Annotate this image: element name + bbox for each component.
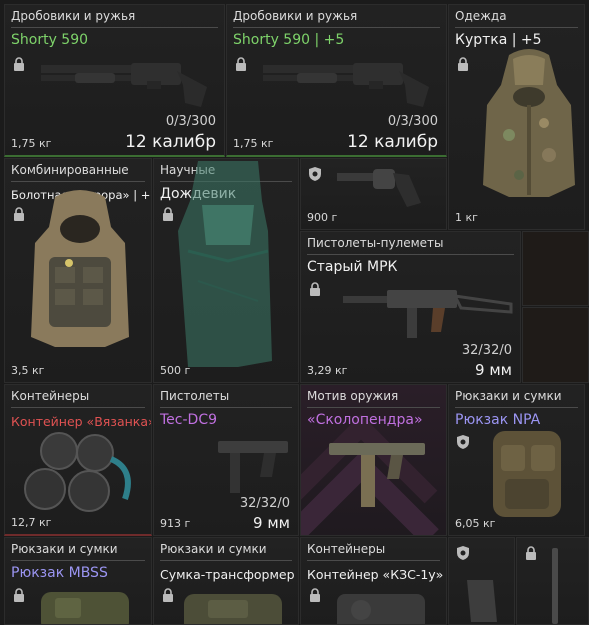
item-category: Комбинированные xyxy=(11,163,129,177)
item-name: Сумка-трансформер xyxy=(160,567,295,582)
item-category: Дробовики и ружья xyxy=(11,9,136,23)
item-name: Рюкзак MBSS xyxy=(11,565,108,581)
item-name: «Сколопендра» xyxy=(307,412,423,428)
item-card-vyazanka[interactable]: Контейнеры Контейнер «Вязанка» 12,7 кг xyxy=(4,384,152,536)
barrel-image xyxy=(552,548,558,624)
item-card-shorty-590-plus5[interactable]: Дробовики и ружья Shorty 590 | +5 0/3/30… xyxy=(226,4,447,157)
armor-suit-image xyxy=(31,190,129,347)
shield-icon xyxy=(309,167,321,181)
backpack-image xyxy=(493,431,561,517)
item-name: Старый МРК xyxy=(307,259,398,275)
item-category: Пистолеты-пулеметы xyxy=(307,236,444,250)
item-card-shorty-590[interactable]: Дробовики и ружья Shorty 590 0/3/300 1,7… xyxy=(4,4,225,157)
item-caliber: 9 мм xyxy=(253,514,290,532)
item-name: Shorty 590 | +5 xyxy=(233,32,345,48)
item-card-bag-transformer[interactable]: Рюкзаки и сумки Сумка-трансформер xyxy=(153,537,299,625)
inventory-grid: Дробовики и ружья Shorty 590 0/3/300 1,7… xyxy=(0,0,589,625)
ammo-count: 32/32/0 xyxy=(239,496,290,511)
item-category: Одежда xyxy=(455,9,507,23)
item-card-npa-backpack[interactable]: Рюкзаки и сумки Рюкзак NPA 6,05 кг xyxy=(448,384,585,536)
item-weight: 1 кг xyxy=(455,211,478,224)
container-image xyxy=(337,594,425,624)
item-weight: 1,75 кг xyxy=(233,137,274,150)
item-card-jacket[interactable]: Одежда Куртка | +5 1 кг xyxy=(448,4,585,230)
item-weight: 3,29 кг xyxy=(307,364,348,377)
lock-icon xyxy=(14,57,24,71)
item-caliber: 12 калибр xyxy=(125,132,216,152)
item-name: Tec-DC9 xyxy=(160,412,217,428)
item-weight: 12,7 кг xyxy=(11,516,52,529)
empty-slot[interactable] xyxy=(522,231,589,306)
shotgun-image xyxy=(41,63,207,107)
item-caliber: 9 мм xyxy=(475,361,512,379)
item-name: Контейнер «Вязанка» xyxy=(11,414,152,429)
shotgun-image xyxy=(263,63,429,107)
item-name: Shorty 590 xyxy=(11,32,89,48)
item-category: Рюкзаки и сумки xyxy=(160,542,267,556)
empty-slot[interactable] xyxy=(522,307,589,383)
divider xyxy=(307,560,440,561)
lock-icon xyxy=(14,588,24,602)
ammo-count: 0/3/300 xyxy=(165,114,216,129)
ammo-count: 0/3/300 xyxy=(387,114,438,129)
divider xyxy=(160,560,292,561)
item-card-kzs-container[interactable]: Контейнеры Контейнер «КЗС-1у» xyxy=(300,537,447,625)
container-image xyxy=(24,432,131,512)
item-category: Пистолеты xyxy=(160,389,230,403)
item-weight: 500 г xyxy=(160,364,191,377)
item-category: Мотив оружия xyxy=(307,389,399,403)
divider xyxy=(160,407,292,408)
item-weight: 3,5 кг xyxy=(11,364,45,377)
item-weight: 900 г xyxy=(307,211,338,224)
lock-icon xyxy=(526,546,536,560)
smg-image xyxy=(343,290,513,338)
item-name: Контейнер «КЗС-1у» xyxy=(307,567,444,582)
ammo-count: 32/32/0 xyxy=(461,343,512,358)
item-card-revolver[interactable]: 900 г xyxy=(300,158,447,230)
item-weight: 1,75 кг xyxy=(11,137,52,150)
lock-icon xyxy=(310,588,320,602)
item-card-aurora[interactable]: Комбинированные Болотная «Аврора» | +1… … xyxy=(4,158,152,383)
divider xyxy=(307,254,514,255)
weapon-skin-image xyxy=(329,443,425,507)
lock-icon xyxy=(310,282,320,296)
divider xyxy=(455,27,578,28)
item-category: Контейнеры xyxy=(11,389,90,403)
lock-icon xyxy=(163,588,173,602)
divider xyxy=(11,27,218,28)
divider xyxy=(11,181,145,182)
raincoat-image xyxy=(178,161,272,367)
item-card-skolopendra[interactable]: Мотив оружия «Сколопендра» xyxy=(300,384,447,536)
divider xyxy=(11,407,145,408)
item-card-mbss-backpack[interactable]: Рюкзаки и сумки Рюкзак MBSS xyxy=(4,537,152,625)
jacket-image xyxy=(483,49,575,197)
lock-icon xyxy=(14,207,24,221)
grip-image xyxy=(467,580,497,622)
backpack-image xyxy=(41,592,129,624)
item-category: Дробовики и ружья xyxy=(233,9,358,23)
item-weight: 913 г xyxy=(160,517,191,530)
item-card-tec-dc9[interactable]: Пистолеты Tec-DC9 32/32/0 913 г 9 мм xyxy=(153,384,299,536)
divider xyxy=(11,560,145,561)
item-category: Рюкзаки и сумки xyxy=(11,542,118,556)
item-card-attachment-2[interactable] xyxy=(516,537,589,625)
divider xyxy=(307,407,440,408)
divider xyxy=(455,407,578,408)
item-caliber: 12 калибр xyxy=(347,132,438,152)
item-category: Рюкзаки и сумки xyxy=(455,389,562,403)
lock-icon xyxy=(236,57,246,71)
shield-icon xyxy=(457,435,469,449)
revolver-image xyxy=(337,169,421,207)
divider xyxy=(233,27,440,28)
lock-icon xyxy=(458,57,468,71)
pistol-image xyxy=(218,441,288,493)
item-card-old-mpk[interactable]: Пистолеты-пулеметы Старый МРК 32/32/0 3,… xyxy=(300,231,521,383)
bag-image xyxy=(184,594,282,624)
item-card-attachment-1[interactable] xyxy=(448,537,515,625)
item-weight: 6,05 кг xyxy=(455,517,496,530)
item-category: Контейнеры xyxy=(307,542,386,556)
item-card-raincoat[interactable]: Научные Дождевик 500 г xyxy=(153,158,299,383)
shield-icon xyxy=(457,546,469,560)
